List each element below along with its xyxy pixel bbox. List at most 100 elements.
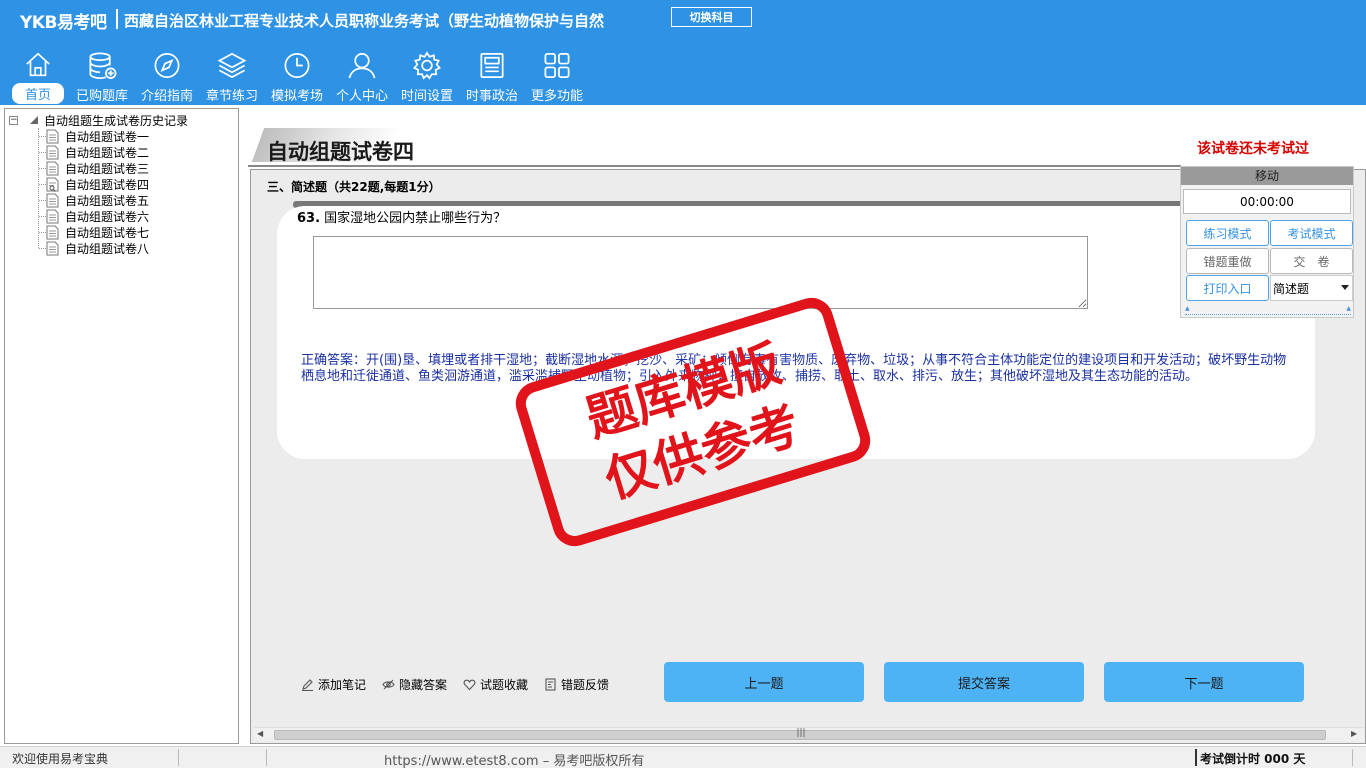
nav-chapter-practice[interactable]: 章节练习 — [200, 46, 264, 104]
section-title: 三、简述题（共22题,每题1分） — [267, 180, 441, 194]
question-type-value: 简述题 — [1273, 281, 1310, 296]
print-entry-button[interactable]: 打印入口 — [1186, 275, 1269, 301]
tree-item-label: 自动组题试卷四 — [65, 177, 150, 192]
nav-personal-center[interactable]: 个人中心 — [330, 46, 394, 104]
tree-connector — [39, 248, 46, 249]
tree-root[interactable]: − 自动组题生成试卷历史记录 — [9, 112, 188, 128]
scroll-right-icon[interactable]: ▶ — [1351, 729, 1357, 738]
tree-connector — [39, 136, 46, 137]
title-divider — [248, 165, 1181, 167]
next-question-button[interactable]: 下一题 — [1104, 662, 1304, 702]
tree-connector — [38, 128, 39, 248]
horizontal-scrollbar[interactable]: ◀ ||| ▶ — [254, 727, 1364, 741]
nav-label: 时间设置 — [400, 89, 453, 104]
status-divider — [1195, 749, 1197, 766]
tree-root-arrow-icon — [30, 116, 38, 124]
tree-item-paper-6[interactable]: 自动组题试卷六 — [46, 208, 149, 224]
nav-label: 时事政治 — [465, 89, 518, 104]
move-handle[interactable]: 移动 — [1181, 167, 1353, 185]
tree-item-paper-5[interactable]: 自动组题试卷五 — [46, 192, 149, 208]
nav-more-functions[interactable]: 更多功能 — [525, 46, 589, 104]
tree-item-paper-3[interactable]: 自动组题试卷三 — [46, 160, 149, 176]
copyright-text: https://www.etest8.com – 易考吧版权所有 — [384, 754, 645, 768]
tree-item-paper-7[interactable]: 自动组题试卷七 — [46, 224, 149, 240]
nav-home[interactable]: 首页 — [6, 46, 70, 104]
database-icon — [89, 52, 117, 79]
title-bar: YKB易考吧 西藏自治区林业工程专业技术人员职称业务考试（野生动植物保护与自然 … — [0, 0, 1366, 36]
answer-input[interactable] — [313, 236, 1088, 309]
main-nav: 首页 已购题库 介绍指南 章节练习 模拟考场 个人中心 时间设置 时事政治 更多… — [0, 46, 700, 104]
scroll-up-left-icon[interactable]: ▲ — [1185, 305, 1190, 312]
tree-item-label: 自动组题试卷一 — [65, 129, 150, 144]
tree-item-paper-8[interactable]: 自动组题试卷八 — [46, 240, 149, 256]
tree-connector — [39, 184, 46, 185]
question-type-select[interactable]: 简述题 — [1270, 275, 1353, 301]
tree-item-label: 自动组题试卷五 — [65, 193, 150, 208]
tree-item-paper-1[interactable]: 自动组题试卷一 — [46, 128, 149, 144]
paper-title-area: 自动组题试卷四 — [251, 128, 1178, 164]
nav-label: 已购题库 — [75, 89, 128, 104]
status-divider — [266, 749, 267, 766]
submit-paper-button[interactable]: 交 卷 — [1270, 248, 1353, 274]
error-feedback-button[interactable]: 错题反馈 — [544, 676, 609, 692]
exam-mode-button[interactable]: 考试模式 — [1270, 220, 1353, 246]
nav-mock-exam[interactable]: 模拟考场 — [265, 46, 329, 104]
nav-current-affairs[interactable]: 时事政治 — [460, 46, 524, 104]
nav-guide[interactable]: 介绍指南 — [135, 46, 199, 104]
scrollbar-thumb[interactable]: ||| — [274, 728, 1326, 740]
compass-icon — [154, 53, 180, 78]
clock-icon — [284, 53, 310, 78]
document-icon — [46, 225, 59, 239]
nav-label: 章节练习 — [205, 89, 258, 104]
add-note-button[interactable]: 添加笔记 — [301, 676, 366, 692]
status-divider — [178, 749, 179, 766]
document-icon — [46, 193, 59, 207]
nav-time-settings[interactable]: 时间设置 — [395, 46, 459, 104]
favorite-question-button[interactable]: 试题收藏 — [463, 676, 528, 692]
submit-answer-button[interactable]: 提交答案 — [884, 662, 1084, 702]
collapse-icon[interactable]: − — [9, 115, 18, 125]
scroll-up-right-icon[interactable]: ▲ — [1346, 305, 1351, 312]
eye-icon — [382, 679, 395, 689]
tree-item-label: 自动组题试卷三 — [65, 161, 150, 176]
tree-root-label: 自动组题生成试卷历史记录 — [44, 113, 189, 128]
hide-answer-label: 隐藏答案 — [399, 677, 448, 692]
redo-wrong-button[interactable]: 错题重做 — [1186, 248, 1269, 274]
switch-subject-button[interactable]: 切换科目 — [671, 7, 752, 27]
nav-label: 首页 — [11, 83, 64, 104]
prev-question-button[interactable]: 上一题 — [664, 662, 864, 702]
chevron-down-icon — [1341, 285, 1349, 290]
nav-purchased[interactable]: 已购题库 — [70, 46, 134, 104]
scroll-left-icon[interactable]: ◀ — [257, 729, 263, 738]
document-search-icon — [46, 177, 59, 192]
app-title: 西藏自治区林业工程专业技术人员职称业务考试（野生动植物保护与自然 — [124, 12, 605, 30]
tree-item-label: 自动组题试卷七 — [65, 225, 150, 240]
question-stem: 63. 国家湿地公园内禁止哪些行为？ — [297, 207, 506, 226]
status-divider — [1352, 749, 1353, 766]
error-feedback-label: 错题反馈 — [561, 677, 610, 692]
tree-item-label: 自动组题试卷二 — [65, 145, 150, 160]
document-icon — [46, 145, 59, 159]
document-icon — [46, 241, 59, 255]
exam-status-text: 该试卷还未考试过 — [1197, 141, 1309, 157]
hide-answer-button[interactable]: 隐藏答案 — [382, 676, 447, 692]
tree-item-label: 自动组题试卷八 — [65, 241, 150, 256]
pencil-icon — [302, 678, 313, 691]
tree-item-paper-4[interactable]: 自动组题试卷四 — [46, 176, 149, 192]
home-icon — [26, 52, 50, 77]
question-number: 63. — [297, 211, 321, 226]
panel-mini-scrollbar[interactable]: ▲ ▲ — [1185, 305, 1351, 315]
paper-history-tree: − 自动组题生成试卷历史记录 自动组题试卷一 自动组题试卷二 自动组题试卷三 自… — [4, 108, 239, 744]
title-separator — [116, 9, 118, 29]
grid-icon — [544, 53, 570, 78]
practice-mode-button[interactable]: 练习模式 — [1186, 220, 1269, 246]
paper-title: 自动组题试卷四 — [267, 140, 414, 164]
heart-icon — [463, 679, 476, 690]
tree-item-paper-2[interactable]: 自动组题试卷二 — [46, 144, 149, 160]
status-bar: 欢迎使用易考宝典 https://www.etest8.com – 易考吧版权所… — [0, 746, 1366, 768]
exam-control-panel: 移动 00:00:00 练习模式 考试模式 错题重做 交 卷 打印入口 简述题 … — [1180, 166, 1354, 318]
grip-icon: ||| — [796, 728, 806, 738]
nav-label: 更多功能 — [530, 89, 583, 104]
feedback-icon — [545, 677, 556, 691]
exam-countdown: 考试倒计时 000 天 — [1200, 752, 1306, 766]
